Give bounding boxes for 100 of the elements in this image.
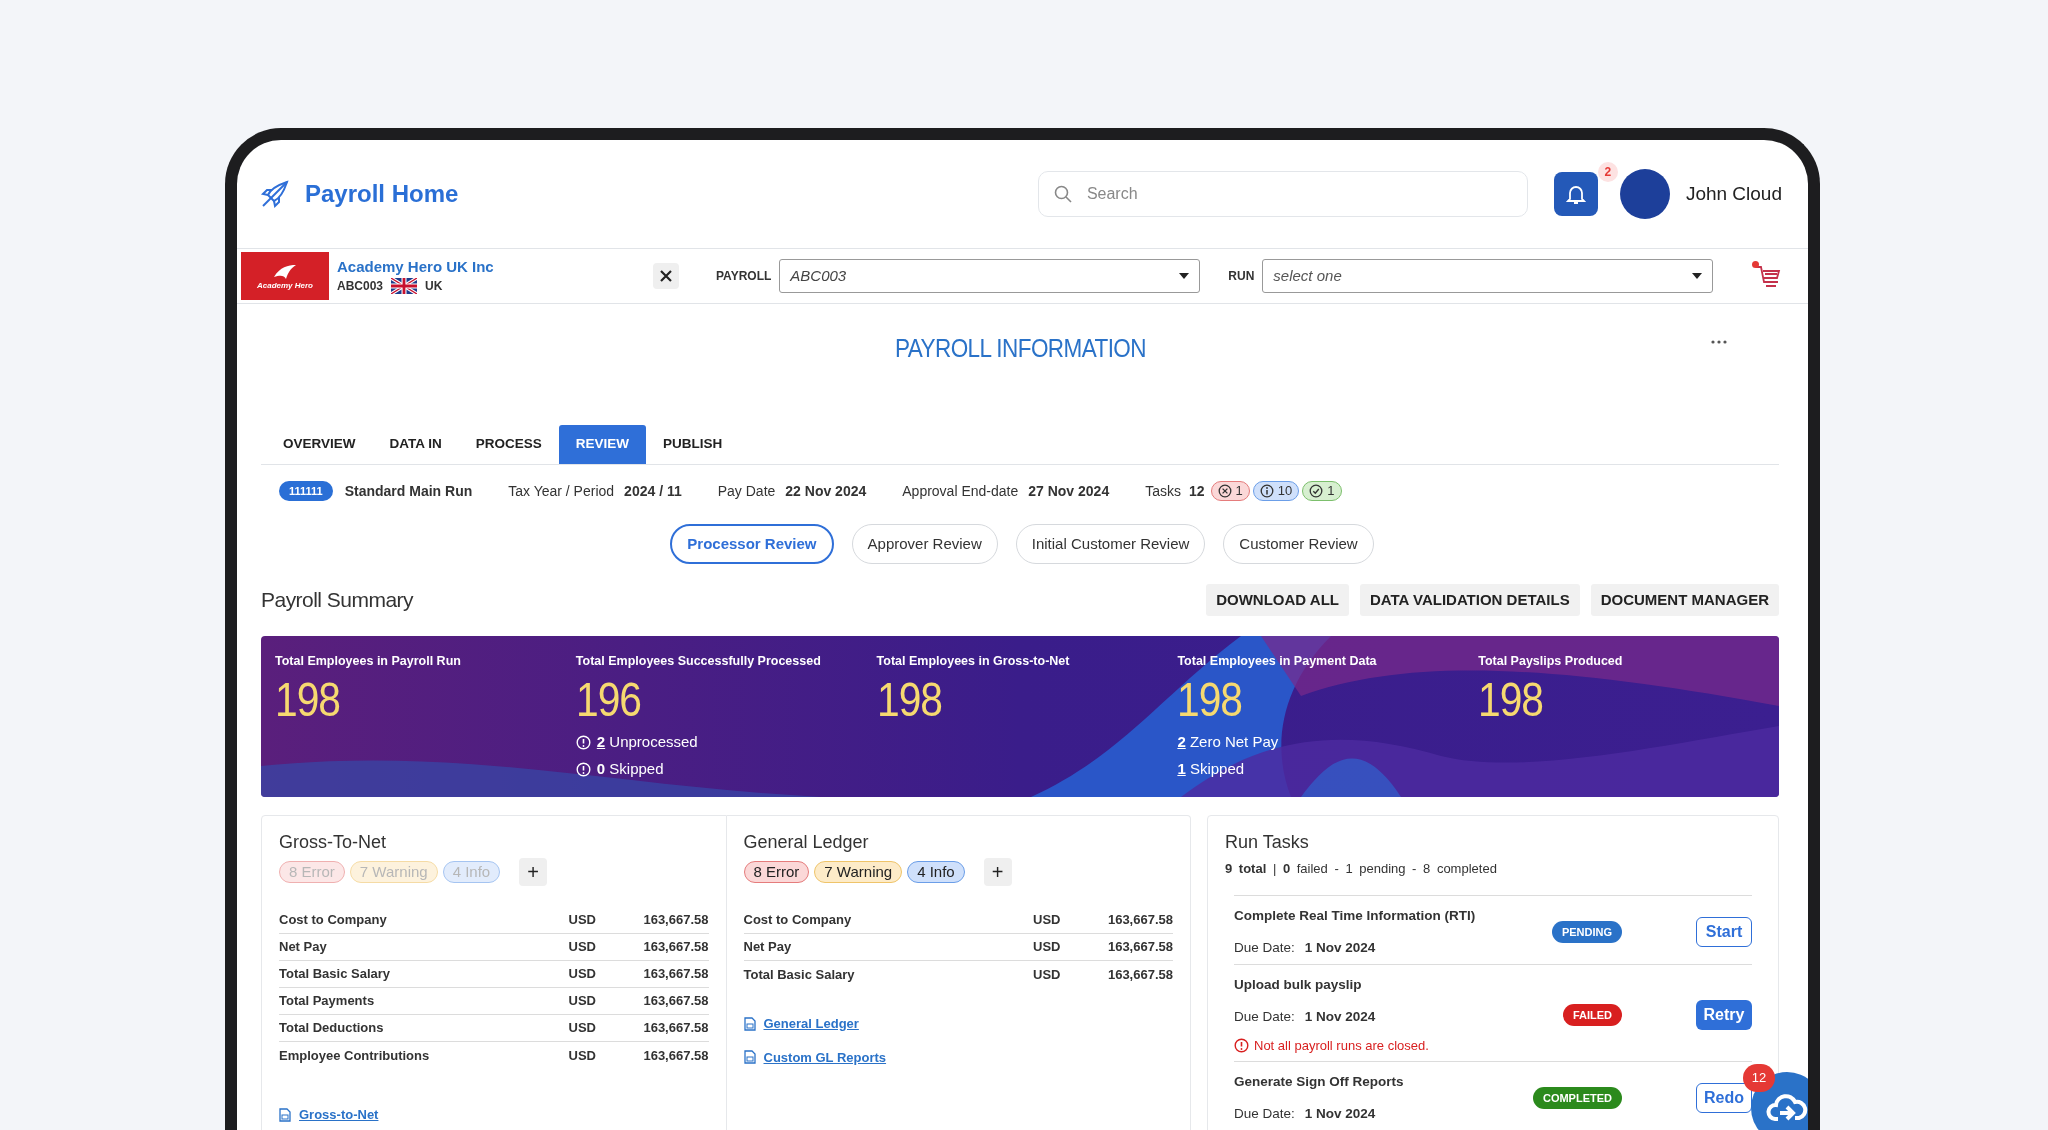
issue-badge[interactable]: 8 Error — [743, 861, 810, 883]
panel-title: Gross-To-Net — [279, 831, 387, 854]
currency: USD — [1033, 911, 1062, 930]
summary-button[interactable]: DOWNLOAD ALL — [1206, 584, 1349, 616]
flag-icon — [391, 278, 418, 294]
alert-icon — [575, 734, 591, 750]
row-label: Net Pay — [743, 938, 793, 957]
search-icon — [1053, 185, 1072, 203]
task-action-button[interactable]: Start — [1696, 916, 1752, 947]
tasks-label: Tasks — [1145, 481, 1181, 501]
due-label: Due Date: — [1234, 1008, 1295, 1027]
notification-button[interactable] — [1553, 172, 1598, 216]
panel-title: General Ledger — [743, 831, 870, 854]
stat-label: Total Employees Successfully Processed — [575, 653, 822, 670]
tab[interactable]: OVERVIEW — [266, 425, 373, 464]
row-label: Total Deductions — [279, 1019, 385, 1038]
stat-note[interactable]: 1 Skipped — [1177, 758, 1245, 781]
close-button[interactable] — [653, 263, 679, 289]
tab[interactable]: PUBLISH — [646, 425, 740, 464]
filter-label: RUN — [1228, 268, 1255, 285]
stat-note: 0 Skipped — [596, 759, 664, 779]
row-label: Total Basic Salary — [279, 965, 392, 984]
document-icon — [279, 1107, 291, 1122]
tab[interactable]: DATA IN — [372, 425, 459, 464]
report-link[interactable]: Custom GL Reports — [743, 1047, 1173, 1067]
currency: USD — [568, 1046, 597, 1065]
add-button[interactable]: + — [983, 858, 1012, 886]
tasks-summary: 9 total | 0 failed - 1 pending - 8 completed — [1225, 860, 1498, 878]
tab[interactable]: PROCESS — [458, 425, 559, 464]
due-date: 1 Nov 2024 — [1304, 1008, 1376, 1027]
company-code: ABC003 — [337, 278, 384, 295]
tab[interactable]: REVIEW — [558, 425, 647, 464]
task-action-button[interactable]: Redo — [1696, 1083, 1752, 1114]
row-label: Cost to Company — [743, 911, 853, 930]
due-label: Due Date: — [1234, 938, 1295, 957]
field-value: 27 Nov 2024 — [1028, 481, 1110, 501]
stat-note[interactable]: 2 Zero Net Pay — [1177, 731, 1279, 754]
amount: 163,667.58 — [642, 992, 709, 1011]
company-country: UK — [425, 278, 443, 295]
amount: 163,667.58 — [1106, 911, 1173, 930]
status-badge: PENDING — [1551, 920, 1622, 943]
task-name: Generate Sign Off Reports — [1234, 1073, 1405, 1091]
field-label: Approval End-date — [902, 481, 1019, 501]
stat-note[interactable]: 2 Unprocessed — [596, 731, 698, 754]
task-name: Complete Real Time Information (RTI) — [1234, 906, 1477, 925]
alert-icon — [1234, 1037, 1249, 1053]
currency: USD — [568, 938, 597, 957]
task-count-badge: 1 — [1302, 481, 1342, 501]
amount: 163,667.58 — [642, 938, 709, 957]
close-icon — [660, 270, 672, 282]
check-icon — [1309, 484, 1324, 498]
company-name[interactable]: Academy Hero UK Inc — [337, 257, 587, 277]
row-label: Total Payments — [279, 992, 376, 1011]
currency: USD — [1033, 938, 1062, 957]
row-label: Total Basic Salary — [743, 965, 856, 984]
filter-dropdown[interactable]: select one — [1262, 259, 1714, 293]
stat-label: Total Employees in Payment Data — [1177, 653, 1378, 670]
search-field[interactable]: Search — [1037, 171, 1528, 217]
report-link[interactable]: Gross-to-Net — [279, 1105, 709, 1125]
filter-label: PAYROLL — [716, 268, 772, 285]
more-icon[interactable] — [1711, 340, 1727, 344]
avatar[interactable] — [1619, 169, 1670, 219]
logo-text: Academy Hero — [257, 281, 313, 290]
field-value: 22 Nov 2024 — [785, 481, 867, 501]
currency: USD — [568, 911, 597, 930]
add-button[interactable]: + — [519, 858, 548, 886]
issue-badge[interactable]: 7 Warning — [814, 861, 903, 883]
tasks-count: 12 — [1189, 481, 1205, 501]
report-link[interactable]: General Ledger — [743, 1014, 1173, 1034]
amount: 163,667.58 — [642, 965, 709, 984]
summary-button[interactable]: DATA VALIDATION DETAILS — [1359, 584, 1580, 616]
issue-badge[interactable]: 4 Info — [907, 861, 965, 883]
filter-dropdown[interactable]: ABC003 — [779, 259, 1201, 293]
logo-icon — [259, 178, 291, 210]
amount: 163,667.58 — [642, 1019, 709, 1038]
bird-icon — [272, 262, 298, 281]
review-stage-button[interactable]: Processor Review — [670, 524, 834, 564]
caret-icon — [1692, 273, 1703, 279]
currency: USD — [568, 965, 597, 984]
notification-badge: 2 — [1597, 162, 1618, 182]
document-icon — [743, 1016, 756, 1031]
summary-button[interactable]: DOCUMENT MANAGER — [1590, 584, 1779, 616]
stat-value: 198 — [275, 671, 341, 728]
stat-label: Total Employees in Payroll Run — [275, 653, 462, 670]
caret-icon — [1179, 273, 1190, 279]
due-label: Due Date: — [1234, 1105, 1295, 1124]
app-title: Payroll Home — [305, 179, 459, 209]
error-message: Not all payroll runs are closed. — [1254, 1036, 1429, 1055]
due-date: 1 Nov 2024 — [1304, 938, 1376, 957]
task-action-button[interactable]: Retry — [1696, 1000, 1752, 1030]
amount: 163,667.58 — [642, 1046, 709, 1065]
row-label: Net Pay — [279, 938, 328, 957]
page-title: PAYROLL INFORMATION — [894, 333, 1146, 364]
task-name: Upload bulk payslip — [1234, 976, 1363, 994]
field-label: Pay Date — [717, 481, 776, 501]
currency: USD — [1033, 965, 1062, 984]
task-count-badge: 1 — [1210, 481, 1250, 501]
user-name: John Cloud — [1685, 181, 1782, 206]
due-date: 1 Nov 2024 — [1304, 1105, 1376, 1124]
field-label: Tax Year / Period — [508, 481, 615, 501]
